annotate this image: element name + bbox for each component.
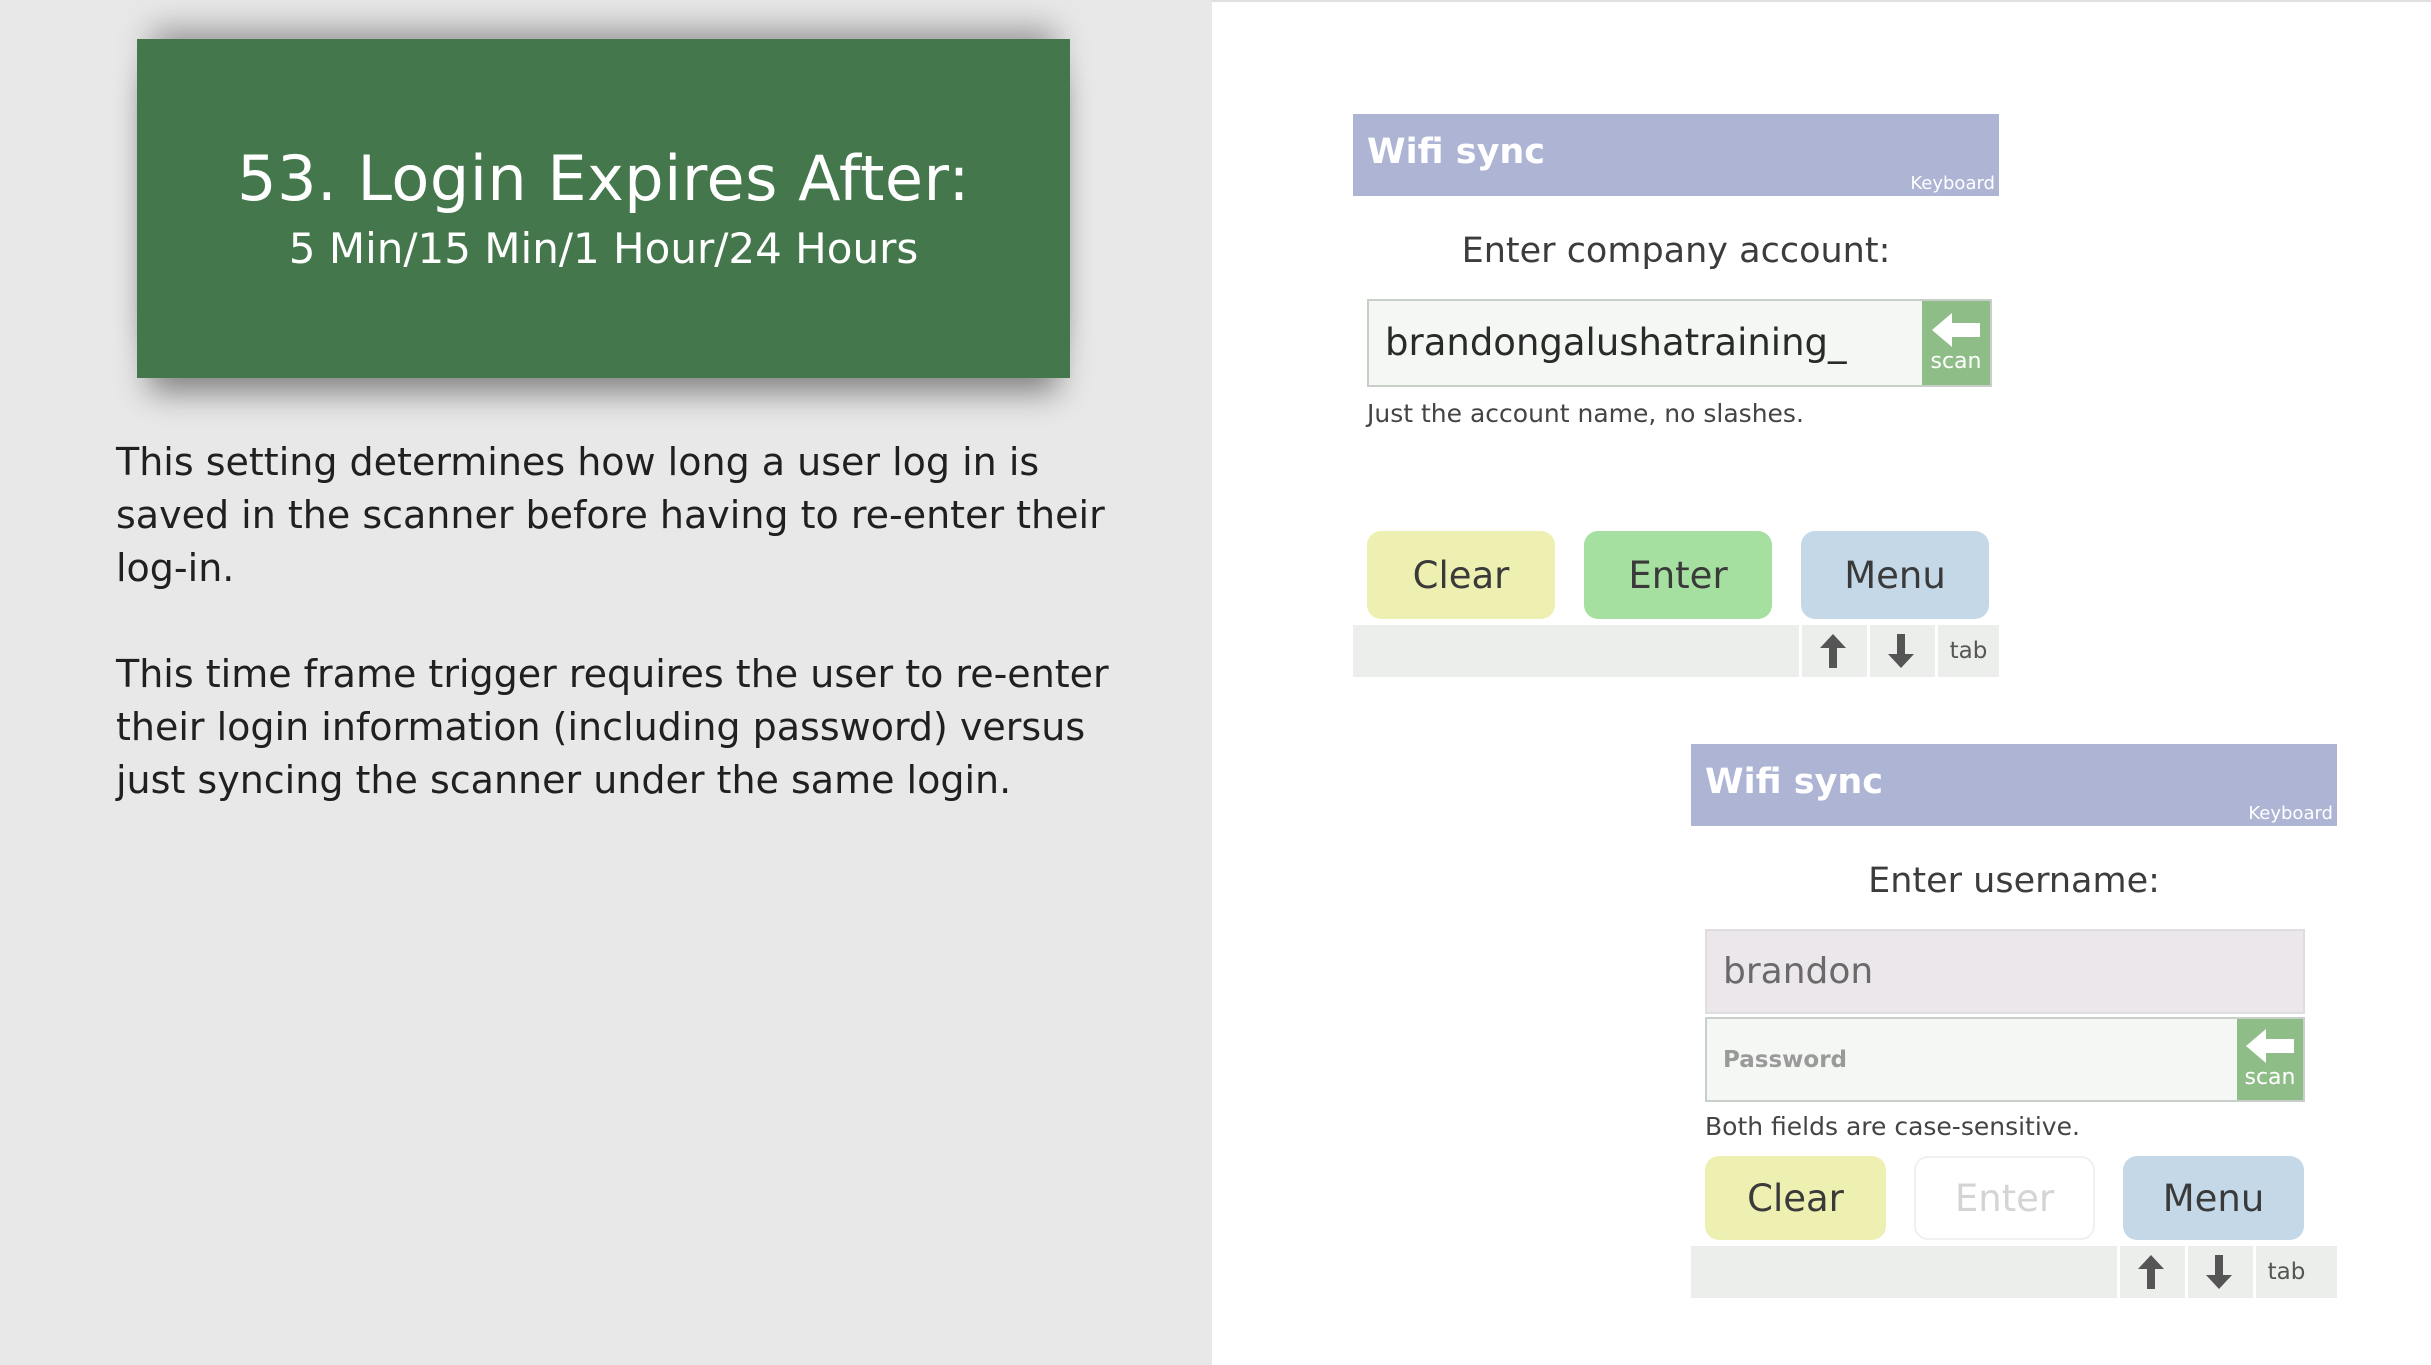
arrow-left-icon xyxy=(2246,1029,2294,1063)
action-buttons: Clear Enter Menu xyxy=(1705,1156,2337,1240)
slide-title: 53. Login Expires After: xyxy=(237,141,970,215)
menu-button[interactable]: Menu xyxy=(2123,1156,2304,1240)
enter-button[interactable]: Enter xyxy=(1914,1156,2095,1240)
arrow-up-icon xyxy=(2137,1255,2164,1289)
down-arrow-key[interactable] xyxy=(2185,1246,2249,1298)
company-account-field[interactable]: brandongalushatraining_ scan xyxy=(1367,299,1992,387)
screen-title: Wifi sync xyxy=(1367,132,1546,172)
description-paragraph-2: This time frame trigger requires the use… xyxy=(116,652,1109,802)
keyboard-link[interactable]: Keyboard xyxy=(2248,803,2333,824)
slide-subtitle: 5 Min/15 Min/1 Hour/24 Hours xyxy=(288,223,919,273)
arrow-up-icon xyxy=(1819,634,1846,668)
enter-button[interactable]: Enter xyxy=(1584,531,1772,619)
down-arrow-key[interactable] xyxy=(1867,625,1931,677)
arrow-down-icon xyxy=(1887,634,1914,668)
arrow-left-icon xyxy=(1932,312,1980,347)
wifi-sync-account-screen: Wifi sync Keyboard Enter company account… xyxy=(1353,114,1999,677)
navigation-key-row: tab xyxy=(1691,1246,2337,1298)
screen-titlebar: Wifi sync Keyboard xyxy=(1353,114,1999,196)
password-placeholder: Password xyxy=(1723,1047,1847,1073)
username-field[interactable]: brandon xyxy=(1705,929,2305,1014)
username-prompt: Enter username: xyxy=(1868,861,2160,901)
up-arrow-key[interactable] xyxy=(1799,625,1863,677)
account-prompt: Enter company account: xyxy=(1461,231,1891,271)
case-sensitive-hint: Both fields are case-sensitive. xyxy=(1705,1112,2080,1141)
description-paragraph-1: This setting determines how long a user … xyxy=(116,440,1105,590)
company-account-value: brandongalushatraining_ xyxy=(1385,321,1847,364)
menu-button[interactable]: Menu xyxy=(1801,531,1989,619)
navigation-key-row: tab xyxy=(1353,625,1999,677)
clear-button[interactable]: Clear xyxy=(1367,531,1555,619)
keyboard-link[interactable]: Keyboard xyxy=(1910,173,1995,194)
account-hint: Just the account name, no slashes. xyxy=(1367,399,1804,428)
action-buttons: Clear Enter Menu xyxy=(1367,531,1999,619)
screen-title: Wifi sync xyxy=(1705,762,1884,802)
clear-button[interactable]: Clear xyxy=(1705,1156,1886,1240)
scan-label: scan xyxy=(2244,1065,2296,1090)
tab-key[interactable]: tab xyxy=(1935,625,1999,677)
scan-button[interactable]: scan xyxy=(2237,1019,2303,1100)
scan-label: scan xyxy=(1930,348,1982,374)
arrow-down-icon xyxy=(2205,1255,2232,1289)
tab-key[interactable]: tab xyxy=(2253,1246,2317,1298)
username-value: brandon xyxy=(1723,951,1874,992)
wifi-sync-login-screen: Wifi sync Keyboard Enter username: brand… xyxy=(1691,744,2337,1298)
scan-button[interactable]: scan xyxy=(1922,301,1990,385)
slide-title-box: 53. Login Expires After: 5 Min/15 Min/1 … xyxy=(137,39,1070,378)
slide-panel: 53. Login Expires After: 5 Min/15 Min/1 … xyxy=(0,0,1212,1365)
password-field[interactable]: Password scan xyxy=(1705,1017,2305,1102)
screen-titlebar: Wifi sync Keyboard xyxy=(1691,744,2337,826)
up-arrow-key[interactable] xyxy=(2117,1246,2181,1298)
